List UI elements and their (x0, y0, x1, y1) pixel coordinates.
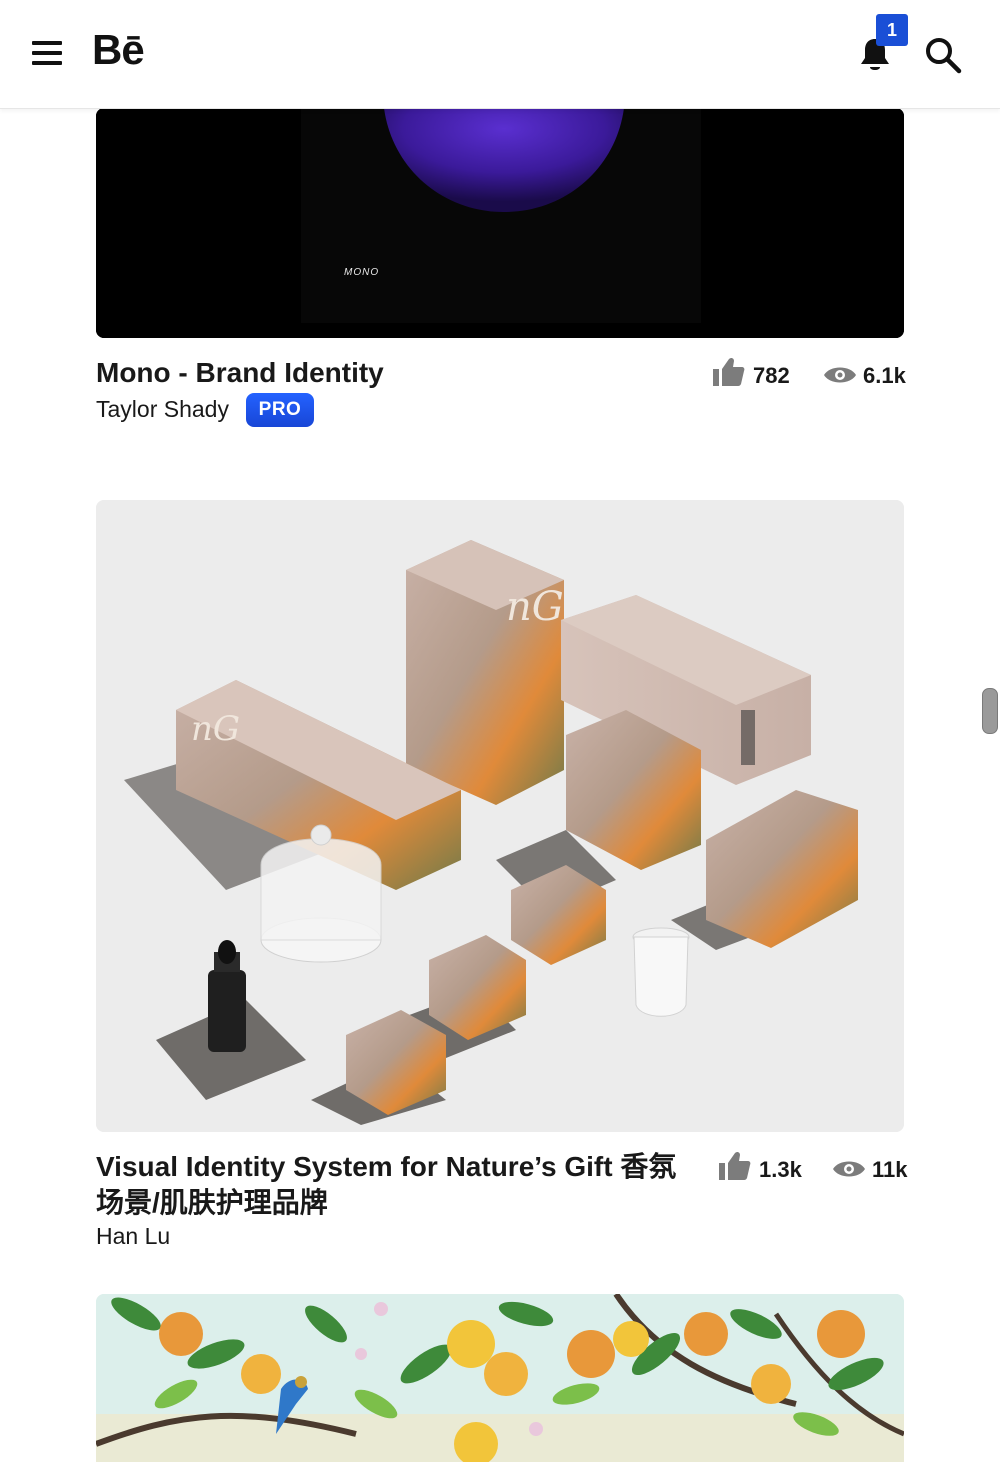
menu-icon[interactable] (30, 38, 64, 68)
pro-badge: PRO (246, 393, 314, 427)
project-title[interactable]: Mono - Brand Identity (96, 355, 384, 391)
notification-count-badge[interactable]: 1 (876, 14, 908, 46)
behance-logo[interactable]: Bē (92, 26, 145, 74)
page-scrollbar-thumb[interactable] (982, 688, 998, 734)
project-owner[interactable]: Taylor Shady (96, 396, 229, 423)
project-thumbnail-natures-gift[interactable]: nG nG (96, 500, 904, 1132)
project-title[interactable]: Visual Identity System for Nature’s Gift… (96, 1149, 676, 1221)
project-title-line-1: Visual Identity System for Nature’s Gift… (96, 1151, 677, 1182)
svg-text:nG: nG (506, 584, 564, 630)
appreciation-thumbs-up-icon (719, 1151, 751, 1180)
view-count: 11k (872, 1157, 908, 1182)
citrus-illustration-image (96, 1294, 904, 1462)
project-thumbnail-citrus-illustration[interactable] (96, 1294, 904, 1462)
mono-wordmark: MONO (344, 267, 379, 278)
search-icon[interactable] (924, 36, 962, 74)
views-eye-icon (833, 1161, 865, 1177)
svg-text:nG: nG (191, 709, 240, 749)
top-nav-bar: Bē 1 (0, 0, 1000, 109)
appreciation-count: 1.3k (759, 1157, 802, 1182)
project-thumbnail-mono[interactable]: MONO (96, 108, 904, 338)
view-count: 6.1k (863, 363, 906, 388)
packaging-photo-image: nG nG (96, 500, 904, 1132)
project-owner[interactable]: Han Lu (96, 1223, 170, 1250)
appreciation-thumbs-up-icon (713, 357, 745, 386)
views-eye-icon (824, 367, 856, 383)
appreciation-count: 782 (753, 363, 790, 388)
mono-artwork-image: MONO (96, 108, 904, 338)
project-title-line-2: 场景/肌肤护理品牌 (96, 1187, 328, 1218)
